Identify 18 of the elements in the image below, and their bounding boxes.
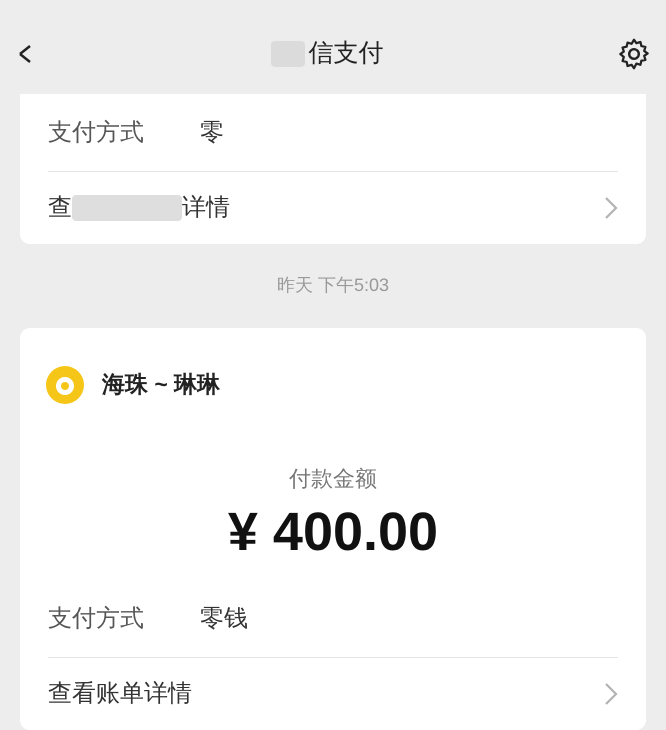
row-label: 支付方式 [48, 604, 145, 634]
row-value: 零钱 [200, 604, 248, 634]
timestamp: 昨天 下午5:03 [276, 274, 390, 298]
merchant-logo-icon [46, 366, 84, 404]
row-value: 零 [200, 118, 224, 148]
settings-icon[interactable] [616, 36, 652, 72]
details-link-row[interactable]: 查 详情 [48, 172, 618, 244]
page-title: 信支付 [308, 38, 384, 70]
chevron-right-icon [604, 682, 618, 706]
chevron-right-icon [604, 196, 618, 220]
row-label: 详情 [182, 193, 230, 224]
details-link-row[interactable]: 查看账单详情 [48, 658, 618, 730]
row-label: 支付方式 [48, 118, 145, 148]
row-label: 查看账单详情 [48, 679, 192, 709]
amount: ¥ 400.00 [228, 500, 438, 564]
merchant-name: 海珠 ~ 琳琳 [102, 370, 220, 400]
amount-label: 付款金额 [289, 464, 377, 492]
row-label: 查 [48, 193, 72, 224]
